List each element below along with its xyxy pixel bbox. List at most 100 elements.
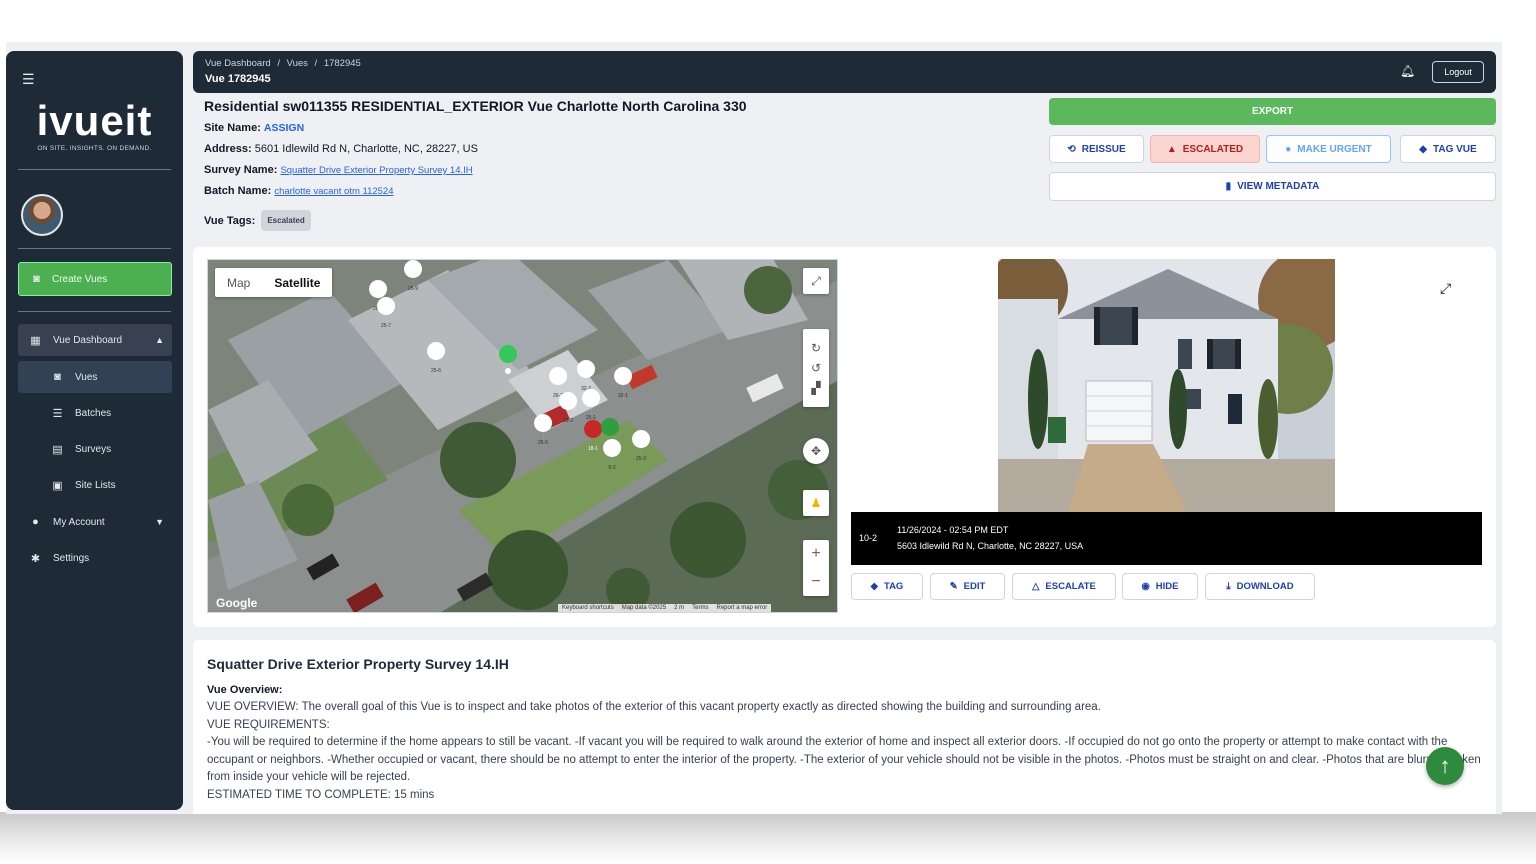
map-marker[interactable]: 25-5: [534, 414, 553, 452]
batch-name-link[interactable]: charlotte vacant otm 112524: [274, 186, 393, 197]
fullscreen-icon[interactable]: ⤢: [803, 268, 829, 294]
chevron-down-icon: ▼: [155, 517, 164, 527]
sidebar-item-site-lists[interactable]: ▣ Site Lists: [18, 469, 172, 501]
vue-tags-row: Vue Tags: Escalated: [204, 210, 1034, 231]
map-marker-label: 25-1: [586, 415, 596, 421]
photo-hide-button[interactable]: ◉ HIDE: [1122, 573, 1198, 600]
photo-edit-button[interactable]: ✎ EDIT: [930, 573, 1005, 600]
terms-link[interactable]: Terms: [692, 605, 708, 612]
sidebar-item-label: Surveys: [75, 443, 112, 455]
escalated-button[interactable]: ▲ ESCALATED: [1150, 135, 1260, 163]
map-marker[interactable]: 18-2: [559, 392, 578, 430]
assign-link[interactable]: ASSIGN: [264, 122, 304, 134]
tag-icon: ◆: [870, 581, 878, 592]
media-panel: 26-4 25-9 25-7 25-6 26-2 32-2 32-1 18-2 …: [193, 247, 1496, 627]
map-marker[interactable]: 32-1: [614, 367, 633, 405]
survey-overview-line: VUE OVERVIEW: The overall goal of this V…: [207, 701, 1101, 713]
create-vues-label: Create Vues: [52, 273, 108, 285]
map-marker[interactable]: 9-2: [603, 439, 622, 477]
vue-photo[interactable]: [998, 259, 1335, 512]
map-marker-green[interactable]: [499, 345, 518, 383]
map-marker[interactable]: 25-7: [377, 297, 396, 335]
logo: ivueit ON SITE. INSIGHTS. ON DEMAND.: [6, 97, 183, 153]
create-vues-button[interactable]: ◙ Create Vues: [18, 262, 172, 296]
photo-caption-bar: 10-2 11/26/2024 - 02:54 PM EDT 5603 Idle…: [851, 512, 1482, 565]
photo-edit-label: EDIT: [963, 581, 986, 592]
photo-hide-label: HIDE: [1155, 581, 1179, 592]
map-marker-label: 25-3: [636, 456, 646, 462]
map-scale: 2 m: [674, 605, 685, 611]
map-marker-label: 25-9: [408, 286, 418, 292]
logo-wordmark: ivueit: [36, 97, 153, 144]
map-marker[interactable]: 25-3: [632, 430, 651, 468]
photo-tag-button[interactable]: ◆ TAG: [851, 573, 923, 600]
warning-icon: △: [1032, 581, 1040, 592]
sidebar-item-settings[interactable]: ✱ Settings: [18, 542, 172, 574]
report-map-error-link[interactable]: Report a map error: [717, 605, 768, 612]
sidebar-item-vues[interactable]: ◙ Vues: [18, 361, 172, 393]
vue-tags-label: Vue Tags:: [204, 214, 256, 227]
file-icon: ▮: [1225, 181, 1232, 192]
survey-estimated-time: ESTIMATED TIME TO COMPLETE: 15 mins: [207, 788, 435, 801]
map-rotate-controls: ↻ ↺ ▞: [803, 329, 829, 407]
street-view-pegman-icon[interactable]: ♟: [803, 490, 829, 516]
breadcrumb-vues[interactable]: Vues: [287, 58, 308, 69]
sidebar-item-my-account[interactable]: ● My Account ▼: [18, 506, 172, 538]
gear-icon: ✱: [30, 552, 41, 565]
logout-button[interactable]: Logout: [1432, 61, 1484, 83]
map-marker-label: 18-1: [588, 446, 598, 452]
app-window: ☰ ivueit ON SITE. INSIGHTS. ON DEMAND. ◙…: [6, 42, 1502, 814]
rotate-right-icon[interactable]: ↺: [811, 361, 821, 375]
map-marker[interactable]: 25-9: [404, 260, 423, 298]
reissue-button[interactable]: ⟲ REISSUE: [1049, 135, 1144, 163]
map-tab[interactable]: Map: [215, 268, 262, 297]
rotate-left-icon[interactable]: ↻: [811, 341, 821, 355]
scroll-to-top-button[interactable]: ↑: [1426, 747, 1464, 785]
expand-photo-icon[interactable]: ⤢: [1440, 280, 1451, 297]
photo-tag-label: TAG: [883, 581, 904, 592]
pan-control-icon[interactable]: ✥: [803, 438, 829, 464]
address-value: 5601 Idlewild Rd N, Charlotte, NC, 28227…: [254, 143, 478, 155]
sidebar-item-batches[interactable]: ☰ Batches: [18, 397, 172, 429]
map-type-toggle: Map Satellite: [215, 268, 333, 297]
photo-download-label: DOWNLOAD: [1236, 581, 1294, 592]
tag-chip-escalated[interactable]: Escalated: [261, 210, 311, 231]
photo-id: 10-2: [859, 533, 878, 543]
breadcrumb-separator: /: [277, 58, 280, 69]
bell-icon[interactable]: 🔔︎: [1400, 64, 1415, 78]
collapse-menu-icon[interactable]: ☰: [22, 71, 35, 88]
address-row: Address: 5601 Idlewild Rd N, Charlotte, …: [204, 139, 1034, 160]
avatar[interactable]: [21, 194, 63, 236]
photo-download-button[interactable]: ⤓ DOWNLOAD: [1205, 573, 1315, 600]
satellite-map[interactable]: 26-4 25-9 25-7 25-6 26-2 32-2 32-1 18-2 …: [207, 259, 838, 613]
map-marker-red[interactable]: 18-1: [584, 420, 603, 458]
map-markers-layer: 26-4 25-9 25-7 25-6 26-2 32-2 32-1 18-2 …: [369, 260, 651, 477]
arrow-up-icon: ↑: [1439, 753, 1451, 778]
tilt-icon[interactable]: ▞: [811, 381, 820, 395]
make-urgent-button[interactable]: ● MAKE URGENT: [1266, 135, 1391, 163]
tag-vue-button[interactable]: ◆ TAG VUE: [1400, 135, 1496, 163]
photo-timestamp: 11/26/2024 - 02:54 PM EDT: [897, 525, 1009, 535]
satellite-tab[interactable]: Satellite: [262, 268, 332, 297]
sidebar-item-label: Batches: [75, 407, 112, 419]
export-button[interactable]: EXPORT: [1049, 98, 1496, 125]
survey-name-link[interactable]: Squatter Drive Exterior Property Survey …: [280, 165, 472, 176]
vue-overview-heading: Vue Overview:: [207, 684, 283, 696]
sidebar-item-vue-dashboard[interactable]: ▦ Vue Dashboard ▲: [18, 324, 172, 356]
sidebar-item-surveys[interactable]: ▤ Surveys: [18, 433, 172, 465]
site-name-row: Site Name: ASSIGN: [204, 118, 1034, 139]
top-header: Vue Dashboard / Vues / 1782945 Vue 17829…: [193, 51, 1496, 93]
view-metadata-button[interactable]: ▮ VIEW METADATA: [1049, 172, 1496, 201]
keyboard-shortcuts-link[interactable]: Keyboard shortcuts: [562, 605, 614, 612]
photo-escalate-button[interactable]: △ ESCALATE: [1012, 573, 1116, 600]
dashboard-icon: ▦: [30, 334, 41, 347]
vue-title: Residential sw011355 RESIDENTIAL_EXTERIO…: [204, 98, 747, 114]
breadcrumb-vue-dashboard[interactable]: Vue Dashboard: [205, 58, 271, 69]
map-marker[interactable]: 25-6: [427, 342, 446, 380]
zoom-out-button[interactable]: −: [803, 568, 829, 596]
survey-name-label: Survey Name:: [204, 164, 278, 176]
zoom-in-button[interactable]: +: [803, 540, 829, 568]
breadcrumb-separator: /: [314, 58, 318, 69]
site-name-label: Site Name:: [204, 122, 261, 134]
account-icon: ●: [32, 516, 39, 528]
